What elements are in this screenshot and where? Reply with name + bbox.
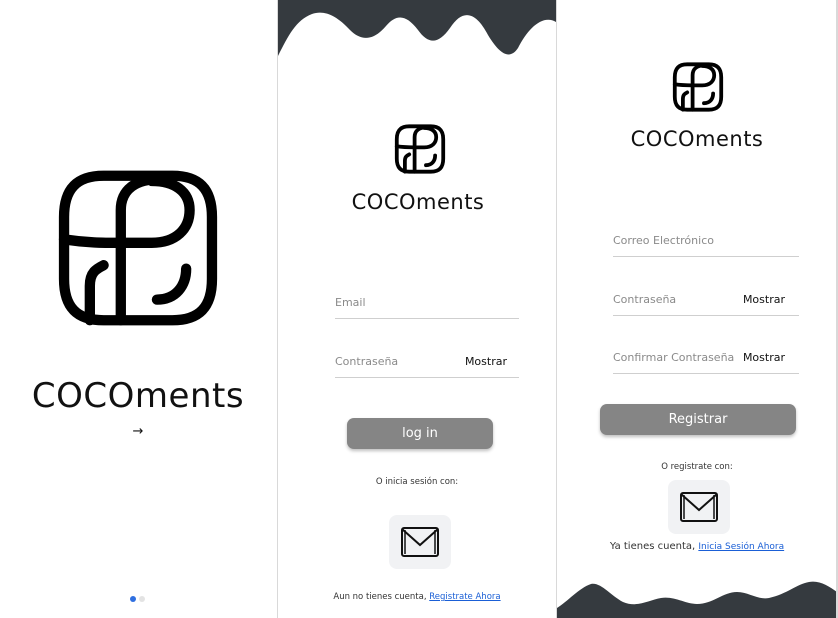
email-field[interactable]: Correo Electrónico (613, 228, 799, 257)
page-indicator (130, 596, 150, 602)
confirm-password-field[interactable]: Confirmar Contraseña Mostrar (613, 345, 799, 374)
password-field[interactable]: Contraseña Mostrar (335, 349, 519, 378)
onboarding-screen: COCOments → (0, 0, 276, 618)
coco-logo-icon (58, 170, 218, 326)
coco-logo-icon (672, 62, 724, 112)
email-placeholder: Email (335, 296, 366, 309)
login-button[interactable]: log in (347, 418, 493, 449)
login-link[interactable]: Inicia Sesión Ahora (698, 542, 784, 552)
brand-title: COCOments (31, 376, 245, 416)
top-wave-decoration (278, 0, 556, 56)
page-dot-inactive[interactable] (139, 596, 145, 602)
have-account-text: Ya tienes cuenta, (609, 541, 699, 552)
next-arrow-button[interactable]: → (0, 424, 276, 439)
register-button[interactable]: Registrar (600, 404, 796, 435)
page-dot-active[interactable] (130, 596, 136, 602)
email-signin-button[interactable] (389, 515, 451, 569)
no-account-text: Aun no tienes cuenta, (333, 592, 430, 602)
mail-icon (401, 527, 439, 557)
brand-title: COCOments (351, 190, 485, 214)
mail-icon (680, 492, 718, 522)
register-link[interactable]: Registrate Ahora (429, 592, 500, 602)
alt-signin-label: O inicia sesión con: (375, 477, 459, 487)
brand-title: COCOments (630, 127, 764, 151)
confirm-password-placeholder: Confirmar Contraseña (613, 351, 735, 364)
email-placeholder: Correo Electrónico (613, 234, 714, 247)
register-prompt: Aun no tienes cuenta, Registrate Ahora (278, 592, 556, 602)
password-field[interactable]: Contraseña Mostrar (613, 287, 799, 316)
password-placeholder: Contraseña (335, 355, 399, 368)
coco-logo-icon (394, 124, 446, 174)
show-password-toggle[interactable]: Mostrar (743, 293, 785, 306)
show-password-toggle[interactable]: Mostrar (465, 355, 507, 368)
register-screen: COCOments Correo Electrónico Contraseña … (556, 0, 837, 618)
login-screen: COCOments Email Contraseña Mostrar log i… (277, 0, 556, 618)
email-field[interactable]: Email (335, 290, 519, 319)
alt-register-label: O registrate con: (661, 462, 733, 472)
show-confirm-toggle[interactable]: Mostrar (743, 351, 785, 364)
email-register-button[interactable] (668, 480, 730, 534)
login-prompt: Ya tienes cuenta, Inicia Sesión Ahora (557, 541, 837, 552)
bottom-wave-decoration (557, 581, 837, 618)
password-placeholder: Contraseña (613, 293, 677, 306)
